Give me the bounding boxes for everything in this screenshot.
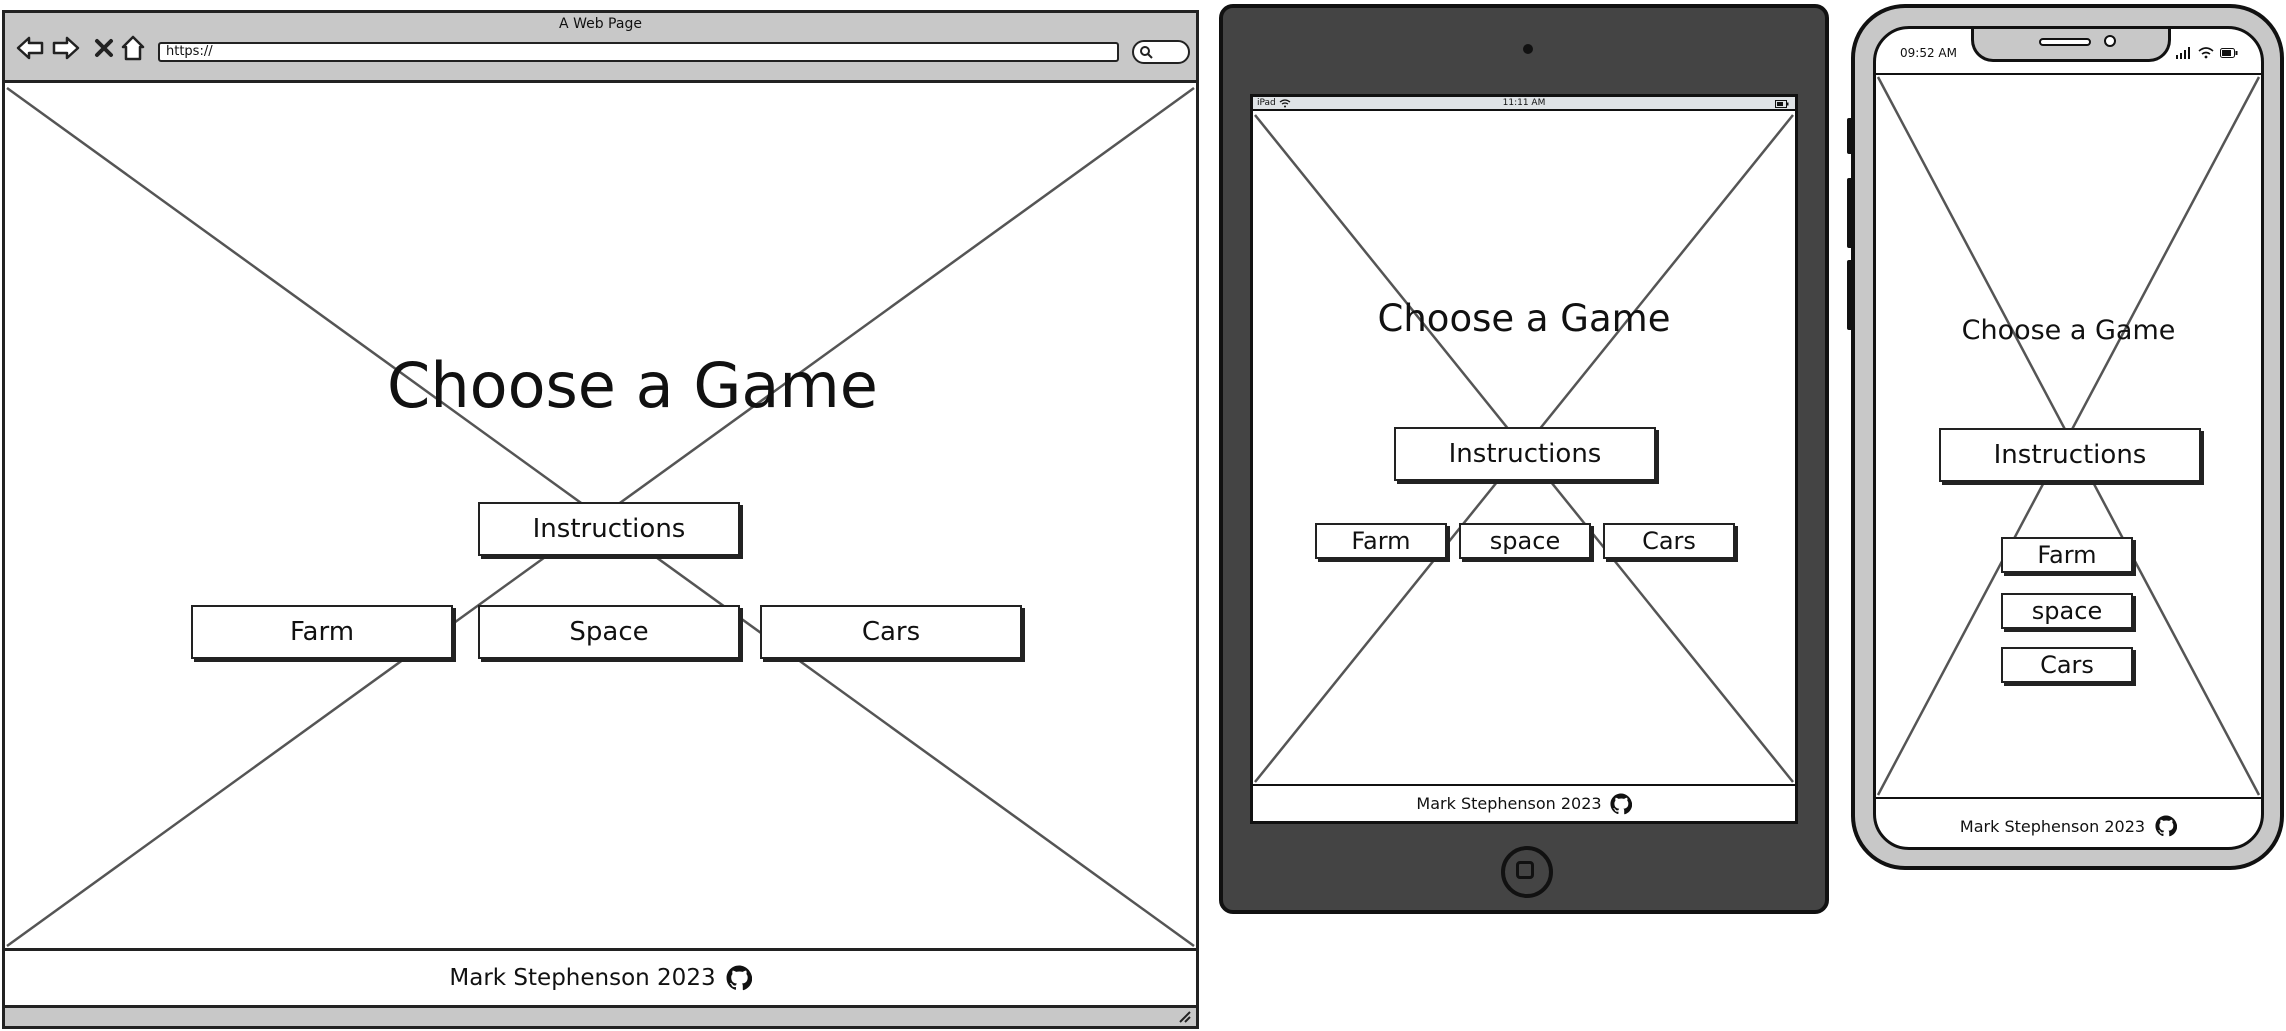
tablet-status-bar: iPad 11:11 AM	[1253, 97, 1795, 111]
cars-button[interactable]: Cars	[1603, 523, 1735, 559]
phone-mute-switch	[1847, 118, 1853, 154]
space-button[interactable]: space	[2001, 593, 2133, 629]
battery-icon	[1775, 100, 1789, 108]
instructions-button[interactable]: Instructions	[1394, 427, 1656, 481]
tablet-home-button[interactable]	[1501, 846, 1553, 898]
close-icon[interactable]	[89, 33, 119, 63]
status-time: 09:52 AM	[1900, 46, 1957, 60]
github-icon[interactable]	[2155, 815, 2178, 837]
farm-button[interactable]: Farm	[1315, 523, 1447, 559]
browser-status-bar	[5, 1005, 1196, 1026]
footer-credit: Mark Stephenson 2023	[1959, 816, 2146, 836]
desktop-viewport: Choose a Game Instructions Farm Space Ca…	[5, 86, 1196, 948]
cars-button[interactable]: Cars	[2001, 647, 2133, 683]
phone-volume-down	[1847, 260, 1853, 330]
space-button[interactable]: Space	[478, 605, 740, 659]
instructions-button[interactable]: Instructions	[478, 502, 740, 556]
github-icon[interactable]	[726, 965, 752, 991]
phone-viewport: Choose a Game Instructions Farm space Ca…	[1876, 73, 2261, 797]
farm-button[interactable]: Farm	[2001, 537, 2133, 573]
window-title: A Web Page	[559, 16, 642, 32]
search-icon	[1140, 46, 1153, 59]
footer-credit: Mark Stephenson 2023	[1416, 794, 1602, 813]
browser-chrome: A Web Page https://	[5, 13, 1196, 83]
phone-screen: 09:52 AM Choose a Game Instructions Farm…	[1873, 26, 2264, 850]
search-button[interactable]	[1132, 40, 1190, 64]
phone-status-bar: 09:52 AM	[1876, 29, 2261, 73]
phone-wireframe: 09:52 AM Choose a Game Instructions Farm…	[1847, 4, 2284, 870]
tablet-viewport: Choose a Game Instructions Farm space Ca…	[1253, 113, 1795, 784]
page-footer: Mark Stephenson 2023	[1876, 797, 2261, 847]
tablet-screen: iPad 11:11 AM Choose a Game Instructions…	[1250, 94, 1798, 824]
instructions-button[interactable]: Instructions	[1939, 428, 2201, 482]
status-time: 11:11 AM	[1502, 98, 1546, 108]
forward-arrow-icon[interactable]	[51, 33, 81, 63]
footer-credit: Mark Stephenson 2023	[449, 965, 716, 991]
space-button[interactable]: space	[1459, 523, 1591, 559]
page-title: Choose a Game	[1377, 297, 1671, 340]
tablet-wireframe: iPad 11:11 AM Choose a Game Instructions…	[1219, 4, 1829, 914]
battery-icon	[2220, 48, 2238, 58]
phone-notch	[1971, 29, 2171, 62]
url-input[interactable]: https://	[158, 42, 1119, 62]
resize-grip-icon[interactable]	[1178, 1010, 1192, 1024]
wifi-icon	[2198, 47, 2214, 59]
phone-speaker	[2039, 38, 2091, 46]
farm-button[interactable]: Farm	[191, 605, 453, 659]
home-icon[interactable]	[118, 33, 148, 63]
desktop-browser-wireframe: A Web Page https:// Choose a Game Instru…	[2, 10, 1199, 1029]
cars-button[interactable]: Cars	[760, 605, 1022, 659]
page-title: Choose a Game	[387, 349, 878, 422]
phone-camera	[2104, 35, 2116, 47]
tablet-camera	[1523, 44, 1533, 54]
page-title: Choose a Game	[1961, 315, 2176, 346]
signal-icon	[2176, 47, 2190, 59]
back-arrow-icon[interactable]	[15, 33, 45, 63]
page-footer: Mark Stephenson 2023	[1253, 784, 1795, 821]
phone-volume-up	[1847, 178, 1853, 248]
page-footer: Mark Stephenson 2023	[5, 948, 1196, 1005]
github-icon[interactable]	[1610, 792, 1632, 815]
